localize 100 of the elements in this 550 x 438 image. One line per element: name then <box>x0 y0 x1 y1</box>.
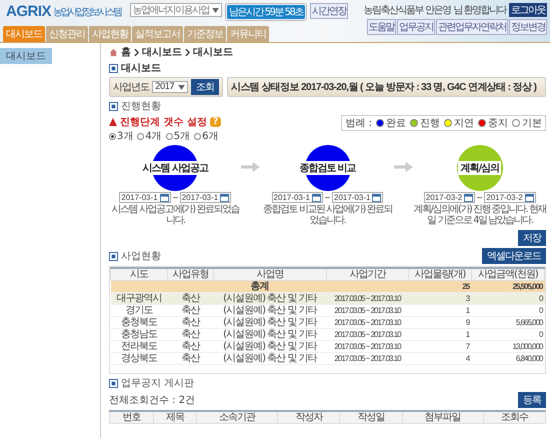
step-radio[interactable]: 6개 <box>194 129 218 143</box>
column-header: 조회수 <box>483 411 546 424</box>
table-cell: (시설원예) 축산 및 기타 <box>213 352 327 364</box>
table-cell: 1 <box>408 328 472 340</box>
range-dash-icon <box>325 196 330 198</box>
caret-icon[interactable] <box>212 8 220 12</box>
caret-icon[interactable] <box>178 84 185 90</box>
table-cell: 3 <box>408 292 472 304</box>
header-link[interactable]: 정보변경 <box>509 19 547 35</box>
column-header: 번호 <box>110 411 154 424</box>
total-label: 총계 <box>110 280 408 292</box>
step-radio[interactable]: 4개 <box>137 129 162 143</box>
table-cell: 4 <box>408 352 472 364</box>
header-link[interactable]: 업무공지 <box>397 19 435 35</box>
home-icon[interactable] <box>109 48 118 56</box>
status-text: 시스템 상태정보 2017-03-20,월 ( 오늘 방문자 : 33 명, G4C 연계상태 : 정상 ) <box>230 81 536 94</box>
table-cell: (시설원예) 축산 및 기타 <box>213 316 327 328</box>
legend-text: 지연 <box>454 117 474 130</box>
stage-note: 시스템 사업공고에(가) 완료되었습니다. <box>110 204 240 226</box>
date-field[interactable]: 2017-03-2 <box>484 192 536 203</box>
calendar-icon[interactable] <box>312 193 321 202</box>
table-cell: 1 <box>408 304 472 316</box>
table-cell: 전라북도 <box>110 340 168 352</box>
table-cell: 경상북도 <box>110 352 168 364</box>
table-cell: (시설원예) 축산 및 기타 <box>213 328 327 340</box>
legend-text: 기본 <box>522 117 542 130</box>
header-link[interactable]: 관련업무자연락처 <box>436 19 508 35</box>
section-title: 업무공지 게시판 <box>121 377 194 390</box>
section-title: 진행현황 <box>121 100 161 113</box>
breadcrumb-item[interactable]: 대시보드 <box>193 45 233 59</box>
table-cell: 13,000,000 <box>471 340 544 352</box>
date-field[interactable]: 2017-03-1 <box>332 192 384 203</box>
table-cell: 축산 <box>168 316 214 328</box>
table-cell: 2017.03.05 ~ 2017.03.10 <box>326 292 408 304</box>
stage-name: 종합검토 비교 <box>297 161 358 175</box>
table-cell: (시설원예) 축산 및 기타 <box>213 304 327 316</box>
user-name: 농림축산식품부 안은영 <box>364 4 450 17</box>
excel-download-button[interactable]: 엑셀다운로드 <box>482 248 546 264</box>
chevron-icon <box>185 48 190 56</box>
breadcrumb-item[interactable]: 대시보드 <box>142 45 182 59</box>
header-link[interactable]: 도움말 <box>366 19 396 35</box>
sidebar-item[interactable]: 대시보드 <box>0 48 52 64</box>
register-button[interactable]: 등록 <box>518 392 546 408</box>
year-label: 사업년도 <box>113 81 149 94</box>
welcome-text: 님 환영합니다 <box>453 4 506 17</box>
page-title: 대시보드 <box>121 62 161 75</box>
table-cell: 0 <box>471 328 544 340</box>
legend-label: 범례 : <box>345 117 372 130</box>
column-header: 제목 <box>153 411 197 424</box>
table-cell: 충청북도 <box>110 316 168 328</box>
table-cell: (시설원예) 축산 및 기타 <box>213 340 327 352</box>
calendar-icon[interactable] <box>372 193 382 202</box>
stage-name: 시스템 사업공고 <box>140 161 210 175</box>
logout-button[interactable]: 로그아웃 <box>509 3 547 17</box>
calendar-icon[interactable] <box>160 193 169 202</box>
table-cell: 2017.03.05 ~ 2017.03.10 <box>326 316 408 328</box>
table-cell: 축산 <box>168 304 214 316</box>
calendar-icon[interactable] <box>220 193 230 202</box>
step-radio[interactable]: 3개 <box>109 129 134 143</box>
year-select[interactable]: 2017 <box>152 81 188 93</box>
table-cell: 충청남도 <box>110 328 168 340</box>
date-field[interactable]: 2017-03-1 <box>272 192 323 203</box>
calendar-icon[interactable] <box>464 193 474 202</box>
save-button[interactable]: 저장 <box>518 230 546 246</box>
table-cell: 대구광역시 <box>110 292 168 304</box>
column-header: 사업명 <box>213 268 327 280</box>
column-header: 시도 <box>110 268 168 280</box>
table-cell: 7 <box>408 340 472 352</box>
table-cell: 6,840,000 <box>471 352 544 364</box>
date-field[interactable]: 2017-03-1 <box>180 192 232 203</box>
arrow-icon <box>241 161 262 173</box>
table-cell: 2017.03.05 ~ 2017.03.10 <box>326 304 408 316</box>
date-field[interactable]: 2017-03-1 <box>119 192 171 203</box>
search-button[interactable]: 조회 <box>190 79 219 95</box>
section-icon <box>109 378 118 388</box>
breadcrumb-item[interactable]: 홈 <box>121 45 131 59</box>
arrow-icon <box>394 161 414 173</box>
range-dash-icon <box>172 196 178 198</box>
column-header: 사업금액(천원) <box>471 268 544 280</box>
column-header: 사업물량(개) <box>408 268 472 280</box>
table-cell: 축산 <box>168 292 214 304</box>
date-field[interactable]: 2017-03-2 <box>424 192 476 203</box>
project-select[interactable]: 농업에너지이용사업 <box>130 3 222 17</box>
range-dash-icon <box>477 196 482 198</box>
column-header: 사업유형 <box>168 268 214 280</box>
table-cell: 경기도 <box>110 304 168 316</box>
total-count: 25 <box>408 280 472 292</box>
calendar-icon[interactable] <box>524 193 534 202</box>
table-cell: 5,665,000 <box>471 316 544 328</box>
table-cell: 0 <box>471 292 544 304</box>
table-cell: 2017.03.05 ~ 2017.03.10 <box>326 340 408 352</box>
legend-text: 중지 <box>488 117 508 130</box>
warning-icon <box>109 118 117 126</box>
table-cell: 축산 <box>168 352 214 364</box>
stage-note: 계획/심의에(가) 진행 중입니다. 현재일 기준으로 4일 남았습니다. <box>414 204 546 226</box>
extend-time-button[interactable]: 시간연장 <box>310 3 348 19</box>
step-radio[interactable]: 5개 <box>166 129 190 143</box>
table-cell: (시설원예) 축산 및 기타 <box>213 292 327 304</box>
total-amount: 25,505,000 <box>471 280 544 292</box>
stage-name: 계획/심의 <box>458 161 502 175</box>
